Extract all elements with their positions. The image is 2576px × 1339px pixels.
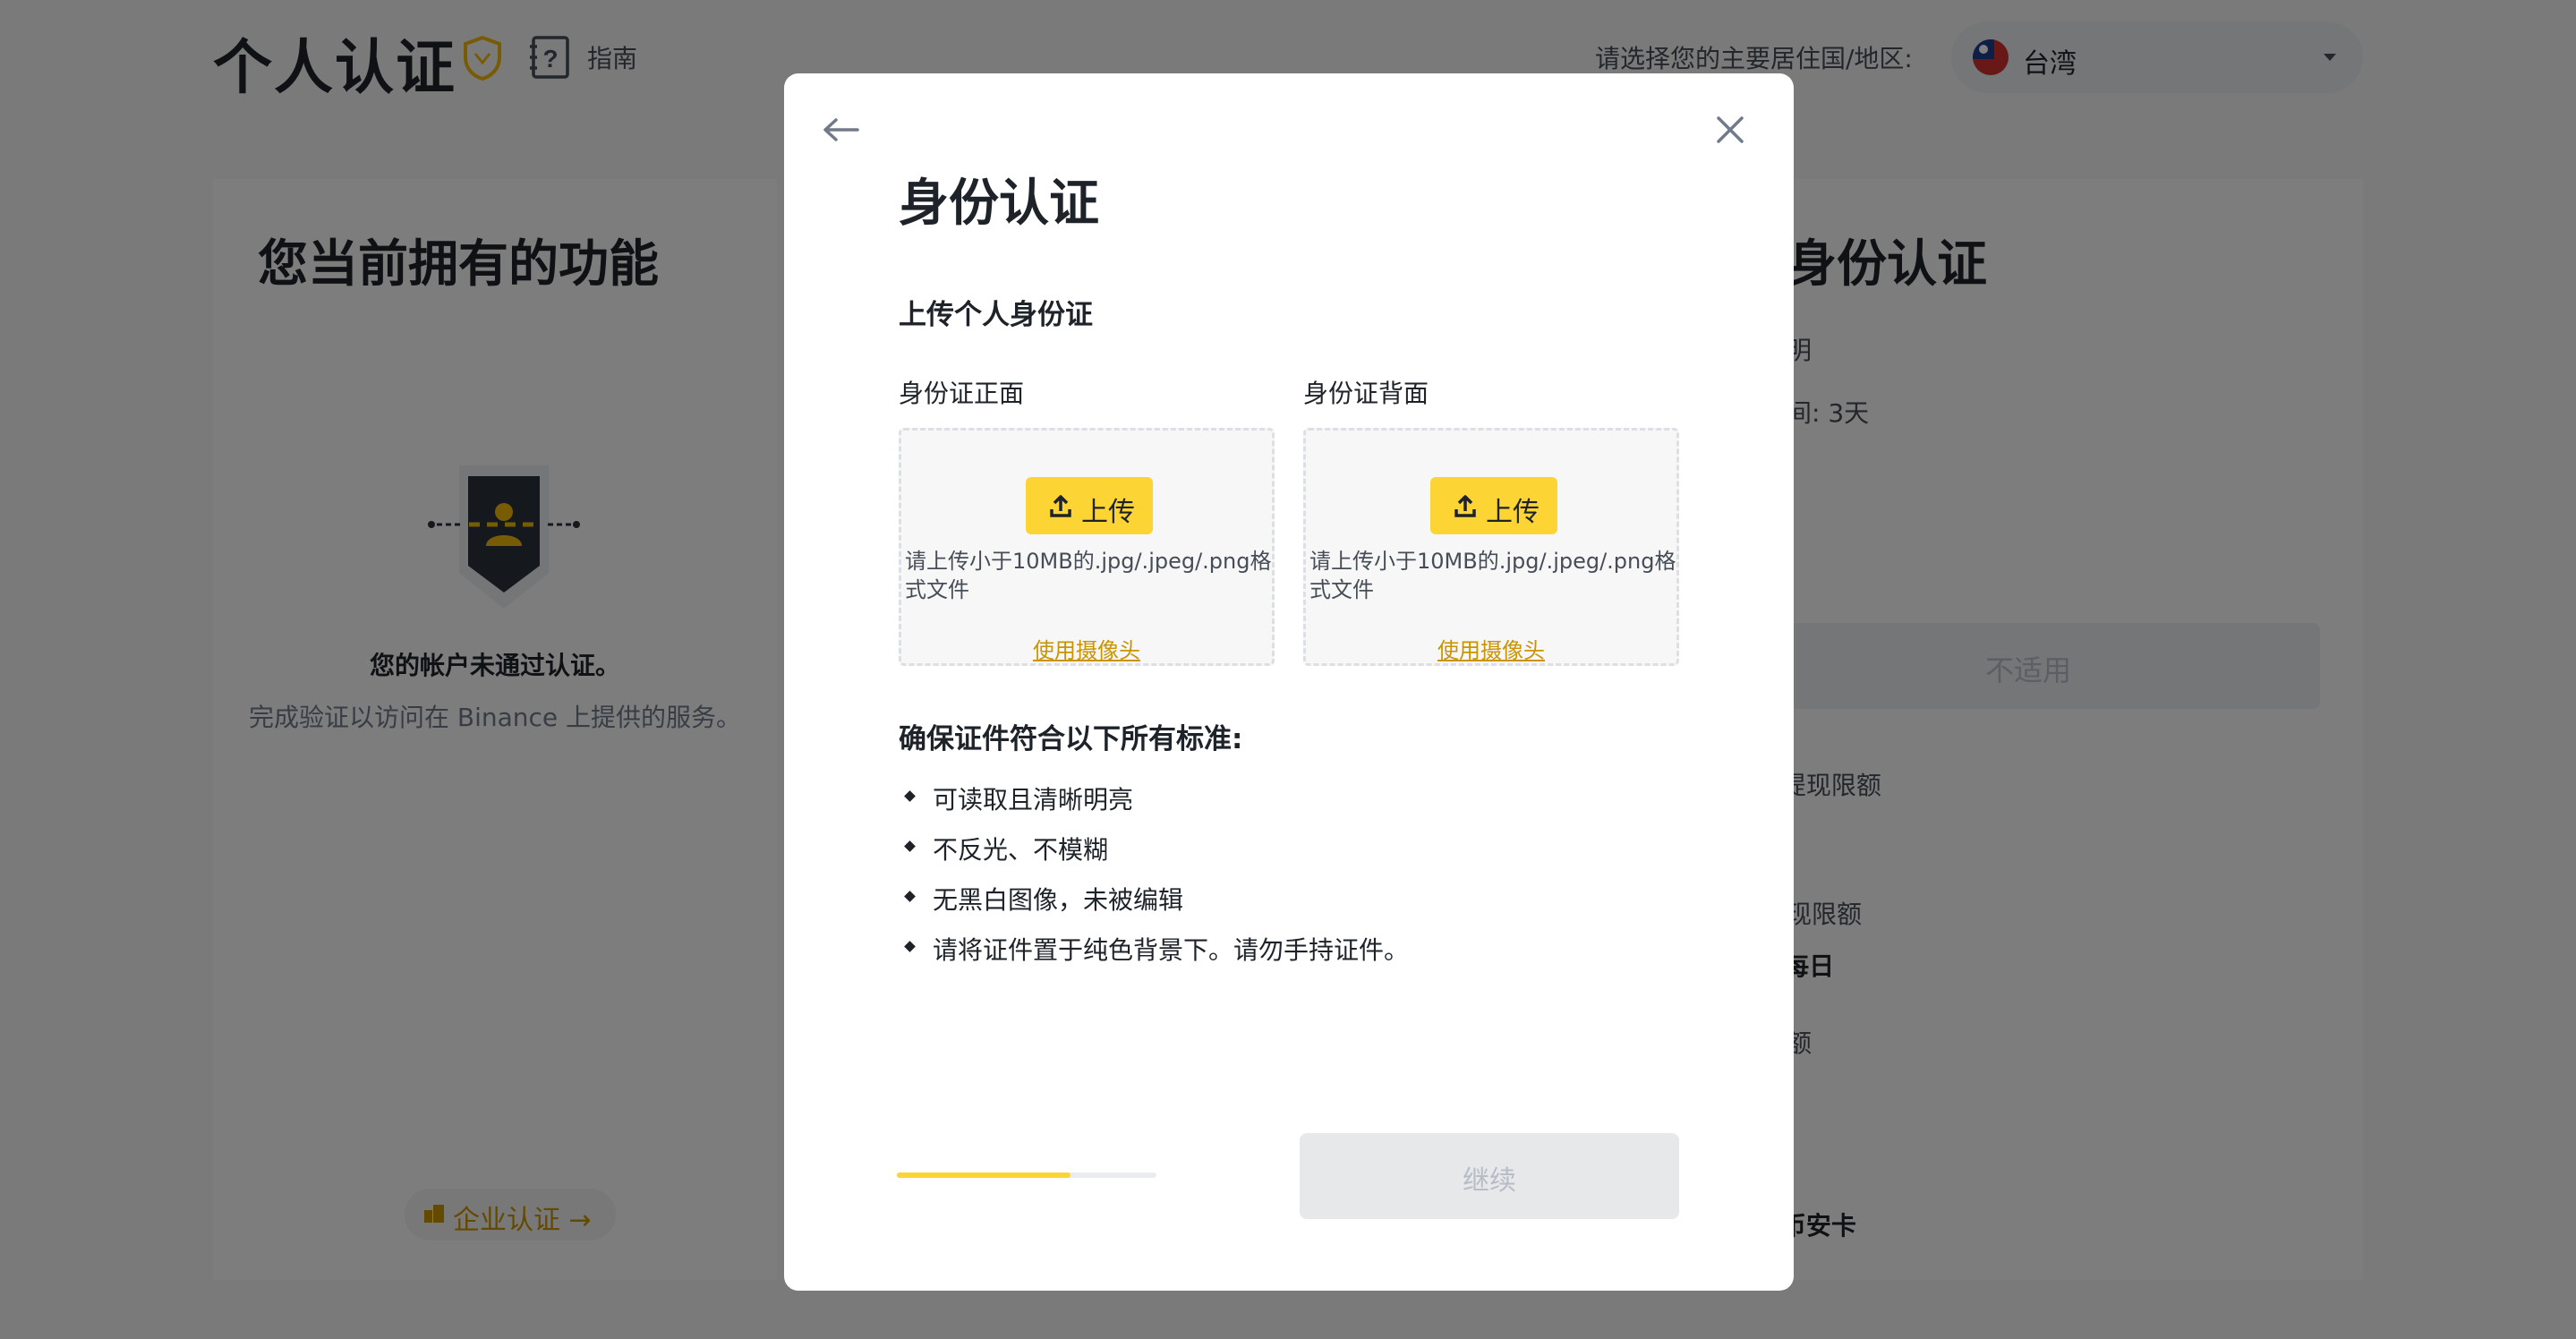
bullet-icon — [904, 790, 916, 802]
upload-hint: 请上传小于10MB的.jpg/.jpeg/.png格式文件 — [905, 549, 1272, 602]
id-back-dropzone[interactable]: 上传 请上传小于10MB的.jpg/.jpeg/.png格式文件 使用摄像头 — [1303, 428, 1679, 666]
identity-verification-modal: 身份认证 上传个人身份证 身份证正面 身份证背面 上传 请上传小于10MB的.j… — [784, 73, 1794, 1291]
continue-button[interactable]: 继续 — [1300, 1133, 1679, 1219]
upload-icon — [1050, 495, 1071, 517]
step-progress-bar — [897, 1173, 1156, 1178]
criteria-text: 无黑白图像，未被编辑 — [933, 885, 1184, 915]
step-progress-fill — [897, 1173, 1071, 1178]
upload-hint: 请上传小于10MB的.jpg/.jpeg/.png格式文件 — [1309, 549, 1676, 602]
id-back-camera-link[interactable]: 使用摄像头 — [1306, 633, 1676, 664]
criteria-text: 请将证件置于纯色背景下。请勿手持证件。 — [933, 935, 1410, 965]
page: 个人认证 ? 指南 请选择您的主要居住国/地区: 台湾 您当前拥有的功能 您的帐… — [0, 0, 2576, 1339]
bullet-icon — [904, 840, 916, 852]
bullet-icon — [904, 941, 916, 952]
criteria-title: 确保证件符合以下所有标准: — [899, 723, 1243, 755]
close-icon[interactable] — [1715, 115, 1745, 145]
criteria-text: 不反光、不模糊 — [933, 835, 1109, 865]
back-arrow-icon[interactable] — [822, 116, 861, 143]
criteria-text: 可读取且清晰明亮 — [933, 785, 1134, 814]
id-front-label: 身份证正面 — [899, 379, 1025, 408]
id-back-upload-button[interactable]: 上传 — [1430, 477, 1557, 534]
id-front-upload-button[interactable]: 上传 — [1026, 477, 1153, 534]
upload-label: 上传 — [1486, 497, 1540, 528]
upload-icon — [1454, 495, 1476, 517]
id-front-dropzone[interactable]: 上传 请上传小于10MB的.jpg/.jpeg/.png格式文件 使用摄像头 — [899, 428, 1275, 666]
bullet-icon — [904, 891, 916, 902]
upload-label: 上传 — [1081, 497, 1135, 528]
continue-label: 继续 — [1463, 1165, 1516, 1197]
upload-section-title: 上传个人身份证 — [899, 299, 1093, 331]
id-front-camera-link[interactable]: 使用摄像头 — [901, 633, 1272, 664]
modal-title: 身份认证 — [899, 175, 1099, 233]
id-back-label: 身份证背面 — [1303, 379, 1429, 408]
